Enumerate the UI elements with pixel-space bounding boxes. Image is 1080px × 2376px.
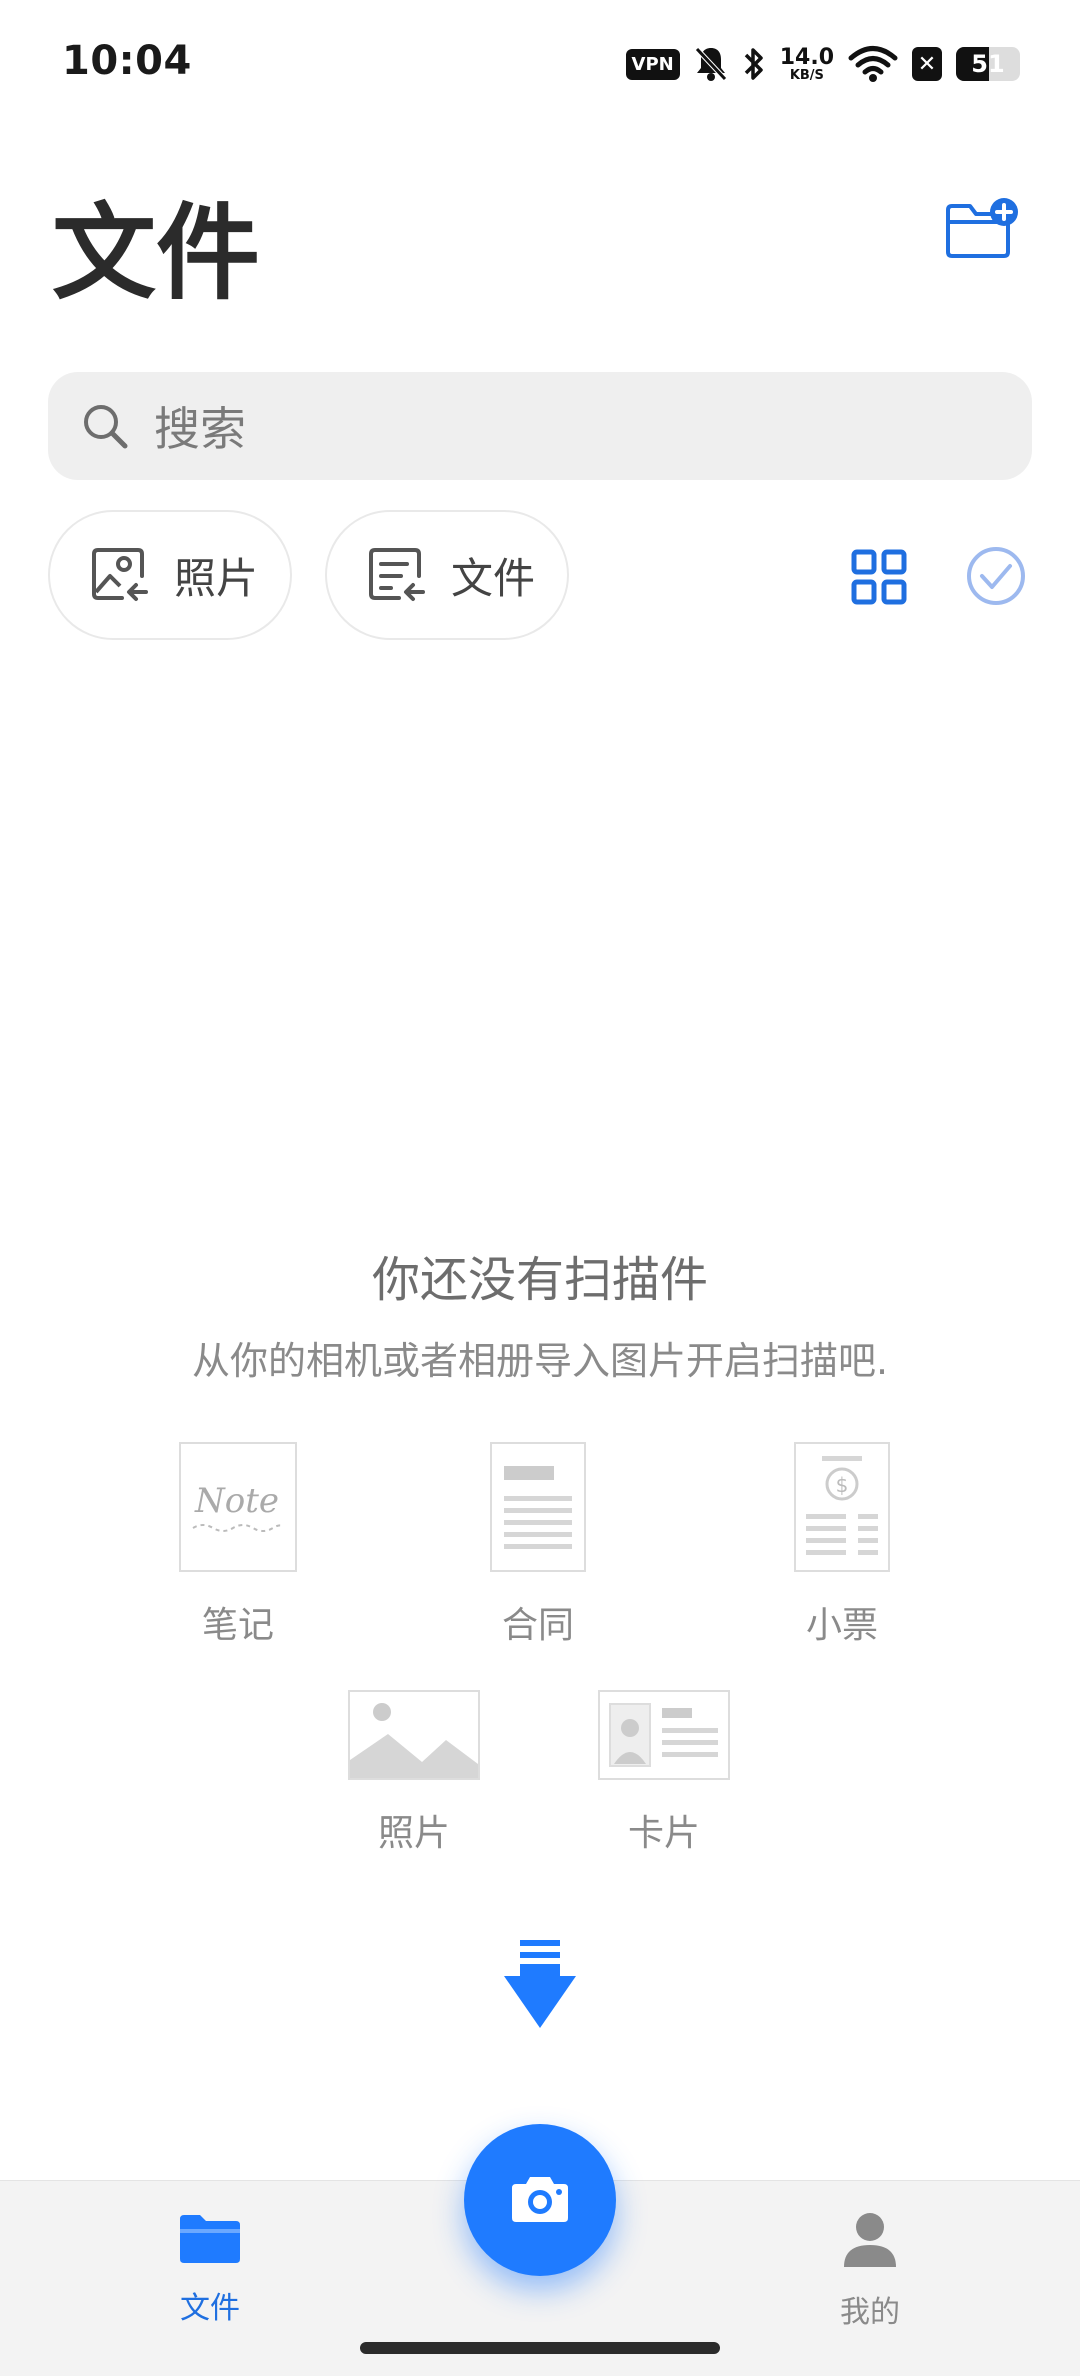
card-icon: [598, 1690, 730, 1780]
empty-state-title: 你还没有扫描件: [371, 1252, 708, 1308]
grid-view-icon[interactable]: [850, 548, 908, 606]
empty-state-subtitle: 从你的相机或者相册导入图片开启扫描吧.: [191, 1339, 889, 1383]
filter-photo-button[interactable]: 照片: [48, 510, 292, 640]
template-receipt: $ 小票: [768, 1442, 916, 1648]
receipt-icon: $: [794, 1442, 890, 1572]
template-contract: 合同: [464, 1442, 612, 1648]
template-card-label: 卡片: [627, 1813, 700, 1854]
down-arrow-icon: [504, 1940, 576, 2028]
nav-files-tab[interactable]: 文件: [130, 2211, 290, 2327]
nav-files-label: 文件: [180, 2291, 240, 2326]
battery-icon: 51: [956, 47, 1020, 81]
bluetooth-icon: [744, 48, 763, 80]
svg-text:Note: Note: [194, 1481, 279, 1521]
template-contract-label: 合同: [501, 1605, 574, 1646]
check-circle-icon[interactable]: [964, 544, 1028, 608]
vpn-icon: VPN: [625, 48, 680, 80]
camera-button[interactable]: [464, 2124, 616, 2276]
person-icon: [844, 2213, 896, 2267]
filter-photo-label: 照片: [174, 553, 259, 603]
status-bar: 10:04 VPN 14.0 KB/S ✕ 51: [0, 0, 1080, 120]
note-icon: Note: [179, 1442, 297, 1572]
nav-me-label: 我的: [840, 2295, 900, 2330]
template-note-label: 笔记: [201, 1605, 274, 1646]
file-import-icon: [369, 548, 425, 601]
home-indicator[interactable]: [360, 2342, 720, 2354]
camera-icon: [512, 2177, 568, 2222]
status-time: 10:04: [62, 38, 192, 84]
filter-file-button[interactable]: 文件: [325, 510, 569, 640]
template-card: 卡片: [590, 1690, 738, 1856]
bell-muted-icon: [694, 47, 727, 81]
svg-text:$: $: [836, 1473, 849, 1497]
nav-me-tab[interactable]: 我的: [790, 2211, 950, 2331]
template-photo: 照片: [340, 1690, 488, 1856]
filter-file-label: 文件: [451, 553, 536, 603]
template-note: Note 笔记: [164, 1442, 312, 1648]
folder-icon: [180, 2215, 240, 2263]
search-placeholder: 搜索: [154, 402, 246, 456]
search-input[interactable]: 搜索: [48, 372, 1032, 480]
network-speed: 14.0 KB/S: [779, 44, 834, 83]
wifi-icon: [848, 46, 898, 82]
photo-import-icon: [92, 548, 148, 601]
photo-icon: [348, 1690, 480, 1780]
status-icons: VPN 14.0 KB/S ✕ 51: [625, 42, 1020, 86]
contract-icon: [490, 1442, 586, 1572]
template-receipt-label: 小票: [805, 1605, 878, 1646]
page-title: 文件: [52, 192, 261, 314]
search-icon: [84, 405, 128, 449]
folder-add-icon[interactable]: [944, 196, 1020, 260]
template-photo-label: 照片: [377, 1813, 450, 1854]
x-icon: ✕: [912, 47, 942, 81]
